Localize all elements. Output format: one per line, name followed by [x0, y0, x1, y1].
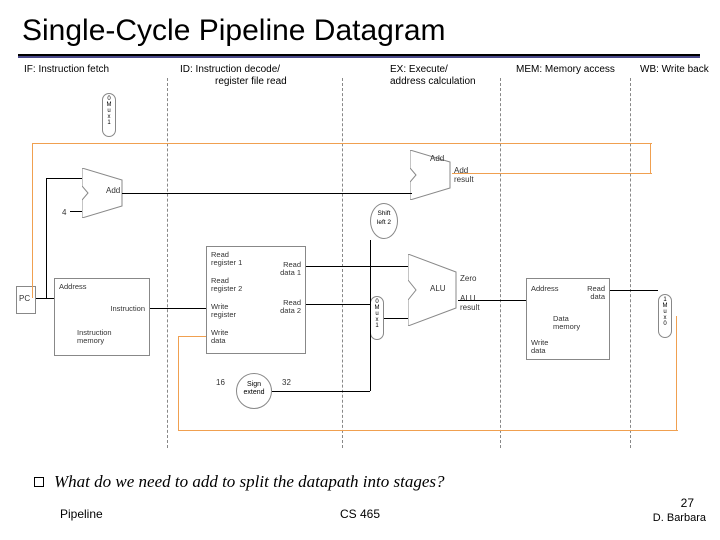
dmem-name: Data memory — [553, 315, 580, 332]
stage-divider-2 — [342, 78, 343, 448]
branch-feedback-r — [650, 143, 651, 173]
pc-to-add — [46, 178, 82, 179]
add-branch-label: Add — [430, 154, 444, 163]
mux-pc-src: 0 M u x 1 — [102, 93, 116, 137]
mux-wb: 1 M u x 0 — [658, 294, 672, 338]
stage-divider-1 — [167, 78, 168, 448]
alu-result: ALU result — [460, 294, 480, 312]
pc-block: PC — [16, 286, 36, 314]
stage-label-mem: MEM: Memory access — [516, 64, 615, 75]
imem-to-reg — [150, 308, 206, 309]
wb-feedback-l — [178, 336, 179, 430]
mux-alu-src: 0 M u x 1 — [370, 296, 384, 340]
imem-name: Instruction memory — [77, 329, 112, 346]
dmem-wd: Write data — [531, 339, 548, 356]
regfile-rr1: Read register 1 — [211, 251, 242, 268]
branch-feedback-l — [32, 143, 33, 298]
branch-add-out — [452, 173, 652, 174]
regfile-rd2: Read data 2 — [280, 299, 301, 316]
imem-out-label: Instruction — [110, 305, 145, 313]
pipeline-diagram: IF: Instruction fetch ID: Instruction de… — [10, 58, 710, 448]
rd2-to-mux — [306, 304, 370, 305]
bullet-icon — [34, 477, 44, 487]
imem-addr-label: Address — [59, 283, 87, 291]
pc4-to-addbranch — [122, 193, 412, 194]
footer-page: 27 — [681, 496, 694, 510]
sign-extend: Sign extend — [236, 373, 272, 409]
const4: 4 — [62, 208, 66, 217]
regfile-rd1: Read data 1 — [280, 261, 301, 278]
add-pc4-label: Add — [106, 186, 120, 195]
footer-left: Pipeline — [60, 507, 103, 521]
bullet-text: What do we need to add to split the data… — [54, 472, 445, 492]
footer-author: D. Barbara — [653, 512, 706, 524]
stage-label-id: ID: Instruction decode/ — [180, 64, 280, 75]
stage-label-wb: WB: Write back — [640, 64, 709, 75]
pc-up — [46, 178, 47, 298]
alu-label: ALU — [430, 284, 446, 293]
register-file: Read register 1 Read register 2 Write re… — [206, 246, 306, 354]
slide-title: Single-Cycle Pipeline Datagram — [0, 0, 720, 52]
regfile-wd: Write data — [211, 329, 228, 346]
alu-zero: Zero — [460, 274, 476, 283]
stage-label-ex2: address calculation — [390, 76, 476, 87]
branch-feedback-top — [32, 143, 652, 144]
dmem-addr: Address — [531, 285, 559, 293]
signext-out — [272, 391, 370, 392]
bits32: 32 — [282, 378, 291, 387]
mux1-labels: 0 M u x 1 — [371, 299, 383, 329]
wb-feedback-r — [676, 316, 677, 430]
regfile-rr2: Read register 2 — [211, 277, 242, 294]
stage-label-id2: register file read — [215, 76, 287, 87]
shift-left-2: Shift left 2 — [370, 203, 398, 239]
pc-to-imem — [36, 298, 54, 299]
mux0-labels: 0 M u x 1 — [103, 96, 115, 126]
footer-center: CS 465 — [340, 507, 380, 521]
wb-feedback-bottom — [178, 430, 678, 431]
stage-divider-3 — [500, 78, 501, 448]
stage-label-if: IF: Instruction fetch — [24, 64, 109, 75]
data-memory: Address Data memory Write data Read data — [526, 278, 610, 360]
wb-feedback-into-reg — [178, 336, 206, 337]
stage-divider-4 — [630, 78, 631, 448]
add-branch-out: Add result — [454, 166, 474, 184]
mux2-labels: 1 M u x 0 — [659, 297, 671, 327]
slide-footer: Pipeline CS 465 27 D. Barbara — [0, 502, 720, 532]
stage-label-ex: EX: Execute/ — [390, 64, 448, 75]
regfile-wr: Write register — [211, 303, 236, 320]
alu-to-dmem — [458, 300, 526, 301]
dmem-to-mux — [610, 290, 658, 291]
signext-up — [370, 240, 371, 391]
four-to-add — [70, 211, 82, 212]
bits16: 16 — [216, 378, 225, 387]
instruction-memory: Address Instruction memory Instruction — [54, 278, 150, 356]
dmem-rd: Read data — [587, 285, 605, 302]
shift-label: Shift left 2 — [377, 210, 391, 226]
mux-to-alu — [384, 318, 408, 319]
bullet-question: What do we need to add to split the data… — [34, 472, 700, 492]
rd1-to-alu — [306, 266, 408, 267]
signext-label: Sign extend — [243, 381, 264, 396]
